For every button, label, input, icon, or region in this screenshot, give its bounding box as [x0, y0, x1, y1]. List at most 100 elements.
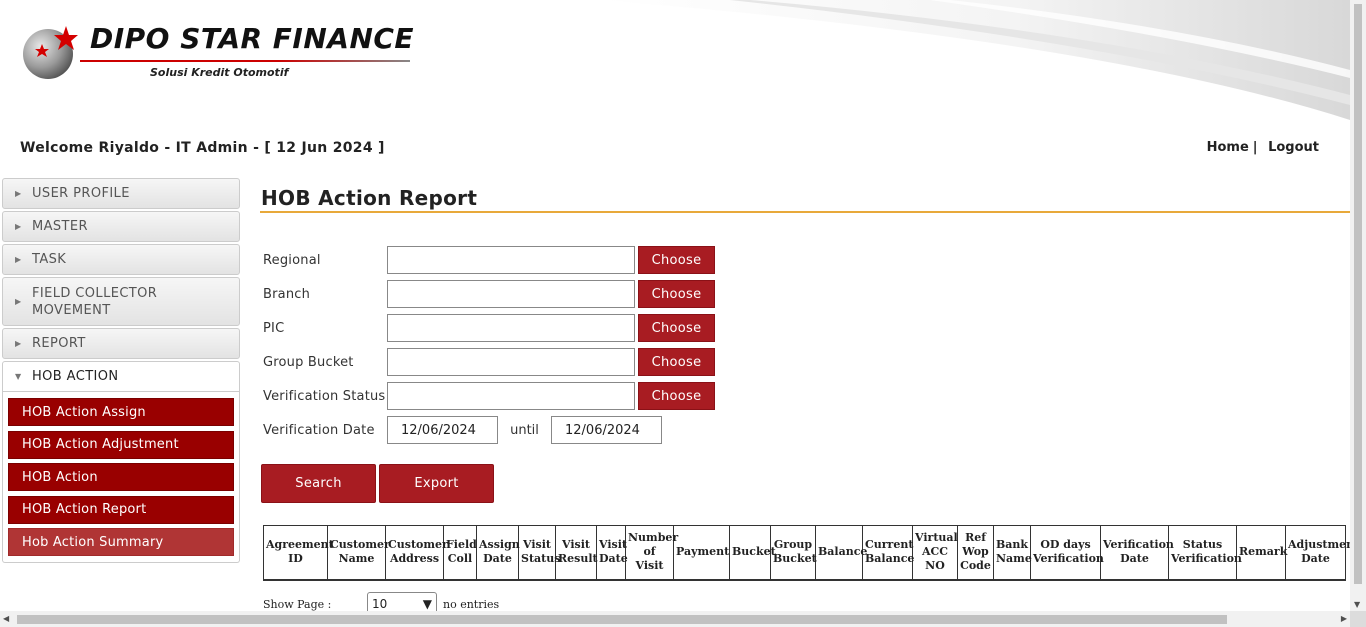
sidebar-item-task[interactable]: ▶ TASK [2, 244, 240, 275]
entries-text: no entries [443, 597, 500, 611]
table-header-cell: Bucket [729, 525, 776, 581]
home-link[interactable]: Home [1207, 140, 1249, 155]
submenu-hob-action-assign[interactable]: HOB Action Assign [8, 398, 234, 426]
triangle-right-icon: ▶ [15, 297, 22, 306]
verification-date-label: Verification Date [263, 422, 375, 438]
vertical-scroll-thumb[interactable] [1354, 4, 1362, 584]
table-header-cell: Visit Status [518, 525, 560, 581]
main-content: HOB Action Report Regional Choose Branch… [260, 180, 1350, 503]
table-header-cell: Remark [1236, 525, 1287, 581]
submenu-hob-action-report[interactable]: HOB Action Report [8, 495, 234, 524]
sidebar-item-label: FIELD COLLECTOR MOVEMENT [32, 285, 158, 318]
sidebar-item-label: HOB ACTION [32, 369, 119, 384]
sidebar-item-label: TASK [32, 252, 67, 267]
table-header-cell: OD days Verification [1030, 525, 1104, 581]
table-header-cell: Customer Address [385, 525, 448, 581]
logo-globe-icon [23, 26, 78, 79]
scroll-left-arrow-icon[interactable]: ◀ [3, 614, 9, 623]
table-header-cell: Ref Wop Code [957, 525, 994, 581]
logout-link[interactable]: Logout [1268, 140, 1319, 155]
group-bucket-label: Group Bucket [263, 354, 354, 370]
triangle-right-icon: ▶ [15, 339, 22, 348]
group-bucket-choose-button[interactable]: Choose [638, 348, 715, 376]
pic-row: PIC Choose [263, 314, 715, 342]
report-table: Agreement ID Customer Name Customer Addres… [263, 525, 1350, 581]
triangle-right-icon: ▶ [15, 189, 22, 198]
pic-label: PIC [263, 320, 285, 336]
table-header-cell: Payment [673, 525, 730, 581]
brand-name: DIPO STAR FINANCE [90, 22, 415, 55]
header: DIPO STAR FINANCE Solusi Kredit Otomotif [0, 0, 1350, 120]
sidebar-item-label: USER PROFILE [32, 186, 130, 201]
table-header-cell: Customer Name [327, 525, 390, 581]
table-header-cell: Visit Date [596, 525, 628, 581]
verification-status-row: Verification Status Choose [263, 382, 715, 410]
sidebar: ▶ USER PROFILE ▶ MASTER ▶ TASK ▶ FIELD C… [2, 178, 240, 563]
table-header-cell: Bank Name [993, 525, 1032, 581]
logo-underline [80, 60, 410, 62]
chevron-down-icon: ▼ [422, 597, 432, 611]
horizontal-scroll-thumb[interactable] [17, 615, 1227, 624]
branch-row: Branch Choose [263, 280, 715, 308]
brand-tagline: Solusi Kredit Otomotif [150, 66, 289, 79]
page-size-value: 10 [372, 597, 388, 611]
table-header-cell: Field Coll [443, 525, 477, 581]
table-header-cell: Agreement ID [263, 525, 334, 581]
table-header-cell: Balance [815, 525, 867, 581]
table-header-cell: Group Bucket [770, 525, 817, 581]
export-button[interactable]: Export [379, 464, 494, 503]
hob-action-submenu: HOB Action Assign HOB Action Adjustment … [2, 392, 240, 563]
sidebar-item-hob-action[interactable]: ▼ HOB ACTION [2, 361, 240, 392]
date-from-input[interactable]: 12/06/2024 [387, 416, 498, 444]
sidebar-item-field-collector-movement[interactable]: ▶ FIELD COLLECTOR MOVEMENT [2, 277, 240, 326]
sidebar-item-report[interactable]: ▶ REPORT [2, 328, 240, 359]
regional-choose-button[interactable]: Choose [638, 246, 715, 274]
page-title: HOB Action Report [260, 180, 1350, 213]
submenu-hob-action[interactable]: HOB Action [8, 463, 234, 491]
sidebar-item-label: REPORT [32, 336, 86, 351]
until-label: until [510, 422, 539, 438]
welcome-text: Welcome Riyaldo - IT Admin - [ 12 Jun 20… [20, 140, 385, 156]
brand-logo[interactable]: DIPO STAR FINANCE Solusi Kredit Otomotif [20, 20, 420, 90]
verification-status-label: Verification Status [263, 388, 386, 404]
table-header-row: Agreement ID Customer Name Customer Addres… [263, 525, 1350, 581]
branch-choose-button[interactable]: Choose [638, 280, 715, 308]
sidebar-item-master[interactable]: ▶ MASTER [2, 211, 240, 242]
pic-input[interactable] [387, 314, 635, 342]
top-links: Home | Logout [1207, 140, 1319, 155]
verification-status-choose-button[interactable]: Choose [638, 382, 715, 410]
search-button[interactable]: Search [261, 464, 376, 503]
vertical-scrollbar[interactable]: ▼ [1350, 0, 1366, 611]
table-header-cell: Assign Date [476, 525, 520, 581]
table-header-cell: Adjustment Date [1285, 525, 1350, 581]
regional-input[interactable] [387, 246, 635, 274]
table-header-cell: Current Balance [862, 525, 914, 581]
verification-date-row: Verification Date 12/06/2024 until 12/06… [263, 416, 662, 444]
branch-label: Branch [263, 286, 311, 302]
regional-label: Regional [263, 252, 321, 268]
link-separator: | [1252, 140, 1258, 155]
horizontal-scrollbar[interactable]: ◀ ▶ [0, 611, 1350, 627]
table-header-cell: Virtual ACC NO [912, 525, 958, 581]
scroll-down-arrow-icon[interactable]: ▼ [1354, 600, 1360, 609]
verification-status-input[interactable] [387, 382, 635, 410]
triangle-right-icon: ▶ [15, 222, 22, 231]
branch-input[interactable] [387, 280, 635, 308]
show-page-label: Show Page : [263, 597, 332, 611]
table-header-cell: Number of Visit [625, 525, 678, 581]
triangle-right-icon: ▶ [15, 255, 22, 264]
date-to-input[interactable]: 12/06/2024 [551, 416, 662, 444]
sidebar-item-label: MASTER [32, 219, 88, 234]
group-bucket-input[interactable] [387, 348, 635, 376]
pic-choose-button[interactable]: Choose [638, 314, 715, 342]
submenu-hob-action-adjustment[interactable]: HOB Action Adjustment [8, 430, 234, 459]
report-table-container: Agreement ID Customer Name Customer Addres… [260, 525, 1350, 585]
triangle-down-icon: ▼ [15, 372, 22, 381]
submenu-hob-action-summary[interactable]: Hob Action Summary [8, 528, 234, 556]
table-header-cell: Verification Date [1100, 525, 1174, 581]
regional-row: Regional Choose [263, 246, 715, 274]
sidebar-item-user-profile[interactable]: ▶ USER PROFILE [2, 178, 240, 209]
table-header-cell: Status Verification [1168, 525, 1242, 581]
group-bucket-row: Group Bucket Choose [263, 348, 715, 376]
scroll-right-arrow-icon[interactable]: ▶ [1341, 614, 1347, 623]
